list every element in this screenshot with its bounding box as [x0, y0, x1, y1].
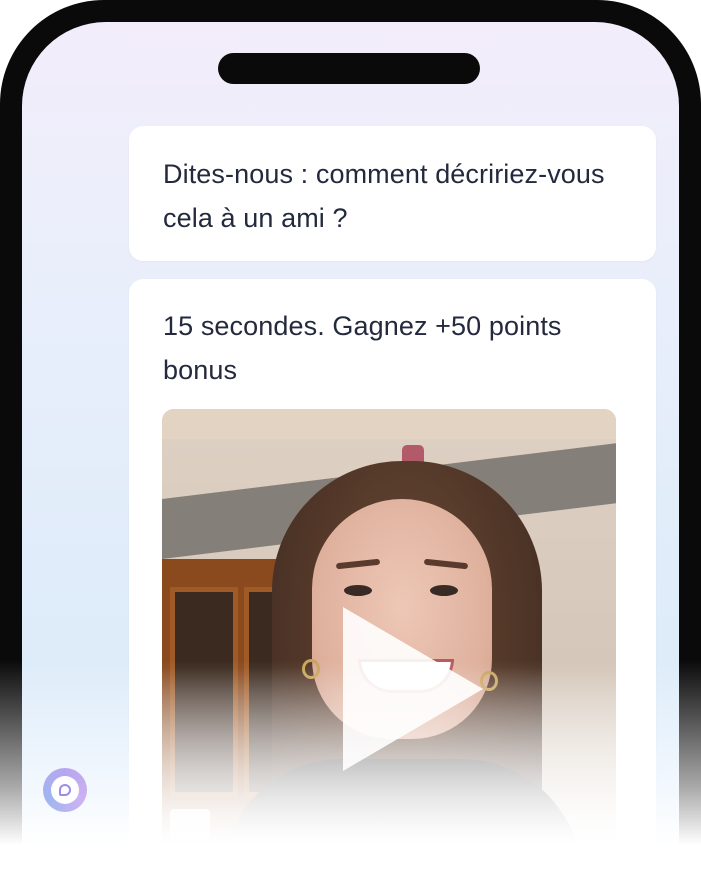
phone-notch: [218, 53, 480, 84]
chat-launcher-button[interactable]: [43, 768, 87, 812]
phone-frame: Dites-nous : comment décririez-vous cela…: [0, 0, 701, 891]
phone-screen: Dites-nous : comment décririez-vous cela…: [22, 22, 679, 891]
video-thumbnail[interactable]: [162, 409, 616, 879]
play-icon: [343, 607, 483, 771]
play-button[interactable]: [162, 409, 616, 879]
question-text: Dites-nous : comment décririez-vous cela…: [163, 159, 605, 233]
prompt-message: 15 secondes. Gagnez +50 points bonus: [129, 279, 656, 891]
question-message: Dites-nous : comment décririez-vous cela…: [129, 126, 656, 261]
prompt-text: 15 secondes. Gagnez +50 points bonus: [163, 311, 562, 385]
chat-bubble-icon: [59, 784, 71, 796]
